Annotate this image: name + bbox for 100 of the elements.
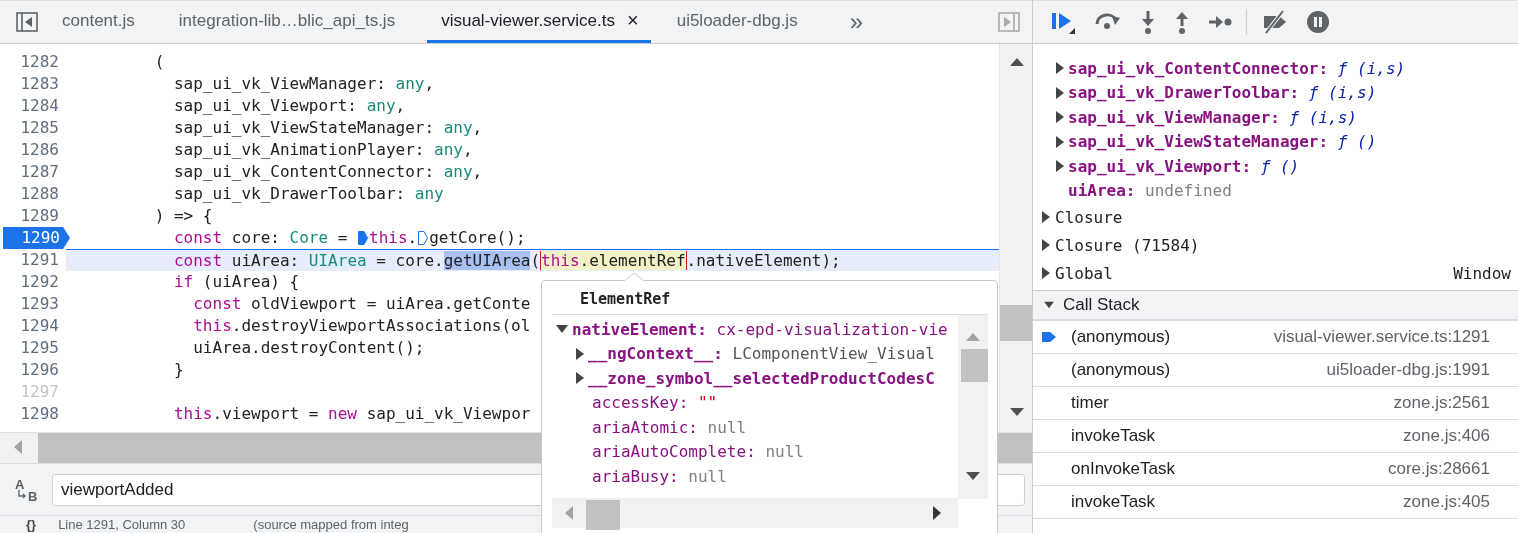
scope-label[interactable]: Global bbox=[1055, 263, 1113, 283]
right-triangle-icon[interactable] bbox=[1056, 135, 1064, 148]
file-tab[interactable]: integration-lib…blic_api_ts.js bbox=[174, 1, 414, 43]
code-text: if (uiArea) { bbox=[173, 271, 300, 293]
source-location[interactable]: visual-viewer.service.ts:1291 bbox=[1273, 327, 1490, 347]
scroll-up-arrow-icon[interactable] bbox=[1010, 58, 1024, 66]
line-number: 1284 bbox=[19, 95, 60, 117]
file-tab[interactable]: ui5loader-dbg.js bbox=[672, 1, 816, 43]
source-location[interactable]: core.js:28661 bbox=[1387, 459, 1490, 479]
code-text: sap_ui_vk_AnimationPlayer: any, bbox=[173, 139, 473, 161]
variable-value: ƒ () bbox=[1337, 132, 1377, 152]
right-triangle-icon[interactable] bbox=[1056, 86, 1064, 99]
code-text: ) => { bbox=[154, 205, 213, 227]
code-text: const oldViewport = uiArea.getConte bbox=[193, 293, 531, 315]
variable-value: ƒ (i,s) bbox=[1337, 58, 1406, 78]
variable-value: ƒ () bbox=[1260, 156, 1300, 176]
scrollbar-thumb[interactable] bbox=[1000, 305, 1032, 341]
variable-name: sap_ui_vk_DrawerToolbar: bbox=[1068, 83, 1300, 103]
sidebar-toggle-icon[interactable] bbox=[16, 12, 38, 32]
call-frame[interactable]: invokeTask zone.js:405 bbox=[1033, 486, 1518, 519]
section-header[interactable]: Call Stack bbox=[1033, 290, 1518, 321]
code-text: this. bbox=[369, 227, 418, 249]
bent-arrow-icon bbox=[17, 489, 26, 499]
pretty-print-button[interactable]: {} bbox=[26, 517, 37, 532]
scope-label[interactable]: Closure bbox=[1055, 207, 1123, 227]
right-triangle-icon[interactable] bbox=[1056, 111, 1064, 124]
right-triangle-icon[interactable] bbox=[1042, 211, 1050, 223]
source-location[interactable]: zone.js:406 bbox=[1403, 426, 1490, 446]
right-triangle-icon[interactable] bbox=[1042, 239, 1050, 251]
right-triangle-icon[interactable] bbox=[1056, 62, 1064, 75]
function-name: onInvokeTask bbox=[1071, 459, 1175, 479]
call-frame[interactable]: timer zone.js:2561 bbox=[1033, 387, 1518, 420]
call-frame[interactable]: (anonymous) visual-viewer.service.ts:1291 bbox=[1033, 321, 1518, 354]
file-tab[interactable]: content.js bbox=[58, 1, 153, 43]
line-number: 1288 bbox=[19, 183, 60, 205]
property-value: "" bbox=[697, 393, 718, 413]
property-name: ariaAtomic: bbox=[592, 417, 698, 437]
code-text: sap_ui_vk_ContentConnector: any, bbox=[173, 161, 483, 183]
line-number: 1292 bbox=[19, 271, 60, 293]
line-number: 1282 bbox=[19, 51, 60, 73]
code-text: uiArea.destroyContent(); bbox=[193, 337, 425, 359]
code-text: sap_ui_vk_DrawerToolbar: any bbox=[173, 183, 444, 205]
code-text: const uiArea: UIArea = core.getUIArea(this.elementRef.nativeElement); bbox=[173, 249, 841, 272]
line-number: 1291 bbox=[19, 249, 60, 271]
sidebar-toggle-icon[interactable] bbox=[998, 12, 1020, 32]
right-triangle-icon[interactable] bbox=[576, 347, 584, 360]
function-name: invokeTask bbox=[1071, 426, 1156, 446]
line-number: 1294 bbox=[19, 315, 60, 337]
inline-breakpoint-icon[interactable] bbox=[358, 231, 368, 245]
source-location[interactable]: zone.js:2561 bbox=[1393, 393, 1490, 413]
code-text: } bbox=[173, 359, 184, 381]
step-into-icon[interactable] bbox=[1140, 9, 1156, 35]
property-name: accessKey: bbox=[592, 393, 689, 413]
close-tab-button[interactable]: × bbox=[627, 9, 639, 32]
scroll-down-arrow-icon[interactable] bbox=[966, 472, 980, 480]
function-name: (anonymous) bbox=[1071, 360, 1171, 380]
popup-title: ElementRef bbox=[580, 290, 671, 308]
call-frame[interactable]: (anonymous) ui5loader-dbg.js:1991 bbox=[1033, 354, 1518, 387]
more-tabs-button[interactable]: » bbox=[849, 8, 863, 36]
code-text: this.destroyViewportAssociations(ol bbox=[193, 315, 531, 337]
code-text: getCore(); bbox=[429, 227, 526, 249]
scroll-right-arrow-icon[interactable] bbox=[933, 506, 941, 520]
inline-breakpoint-outline-icon[interactable] bbox=[418, 231, 429, 245]
line-number: 1293 bbox=[19, 293, 60, 315]
right-triangle-icon[interactable] bbox=[1056, 160, 1064, 173]
line-number: 1289 bbox=[19, 205, 60, 227]
scope-detail: Window bbox=[1453, 263, 1511, 283]
call-frame[interactable]: invokeTask zone.js:406 bbox=[1033, 420, 1518, 453]
code-text: this.viewport = new sap_ui_vk_Viewpor bbox=[173, 403, 531, 425]
right-triangle-icon[interactable] bbox=[1042, 267, 1050, 279]
pause-circle-icon[interactable] bbox=[1307, 11, 1329, 33]
call-frame[interactable]: onInvokeTask core.js:28661 bbox=[1033, 453, 1518, 486]
scroll-down-arrow-icon[interactable] bbox=[1010, 408, 1024, 416]
scrollbar-thumb[interactable] bbox=[586, 500, 620, 530]
property-name: __zone_symbol__selectedProductCodesC bbox=[588, 368, 935, 388]
function-name: invokeTask bbox=[1071, 492, 1156, 512]
property-value: LComponentView_Visual bbox=[732, 344, 935, 364]
source-location[interactable]: ui5loader-dbg.js:1991 bbox=[1326, 360, 1490, 380]
variable-value: ƒ (i,s) bbox=[1289, 107, 1357, 127]
down-triangle-icon[interactable] bbox=[556, 325, 568, 334]
step-icon[interactable] bbox=[1208, 15, 1232, 29]
line-number: 1286 bbox=[19, 139, 60, 161]
file-tab[interactable]: visual-viewer.service.ts × bbox=[427, 1, 651, 43]
property-value: null bbox=[707, 417, 747, 437]
source-location[interactable]: zone.js:405 bbox=[1403, 492, 1490, 512]
down-triangle-icon[interactable] bbox=[1044, 301, 1054, 309]
variable-name: sap_ui_vk_ContentConnector: bbox=[1068, 58, 1329, 78]
function-name: timer bbox=[1071, 393, 1109, 413]
right-triangle-icon[interactable] bbox=[576, 372, 584, 385]
scrollbar-thumb[interactable] bbox=[961, 349, 988, 382]
variable-name: uiArea: bbox=[1068, 181, 1136, 201]
replace-toggle[interactable]: A B bbox=[14, 476, 40, 503]
scope-label[interactable]: Closure (71584) bbox=[1055, 235, 1200, 255]
code-text: ( bbox=[154, 51, 165, 73]
breakpoint-marker[interactable]: 1290 bbox=[3, 227, 70, 249]
line-number: 1297 bbox=[19, 381, 60, 403]
code-text: sap_ui_vk_ViewManager: any, bbox=[173, 73, 435, 95]
property-name: __ngContext__: bbox=[588, 344, 723, 364]
line-number: 1296 bbox=[19, 359, 60, 381]
variable-value: undefined bbox=[1145, 181, 1232, 201]
